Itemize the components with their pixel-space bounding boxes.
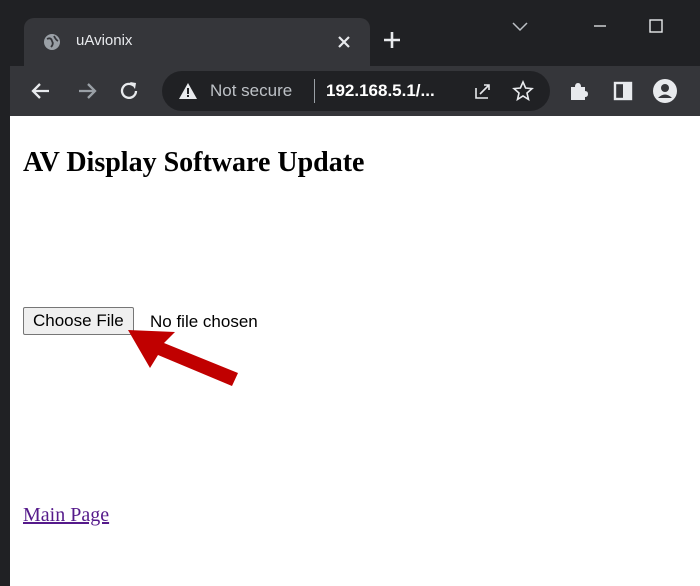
- reload-icon[interactable]: [116, 78, 142, 104]
- minimize-icon[interactable]: [590, 16, 610, 36]
- bookmark-star-icon[interactable]: [512, 80, 534, 102]
- close-tab-icon[interactable]: [334, 32, 354, 52]
- maximize-icon[interactable]: [646, 16, 666, 36]
- side-panel-icon[interactable]: [610, 78, 636, 104]
- main-page-link[interactable]: Main Page: [23, 504, 109, 527]
- browser-toolbar: Not secure 192.168.5.1/...: [10, 66, 700, 116]
- red-arrow-annotation: [128, 330, 238, 386]
- warning-icon: [179, 83, 197, 99]
- window-frame-left: [0, 0, 10, 586]
- choose-file-button[interactable]: Choose File: [23, 307, 134, 335]
- security-label: Not secure: [210, 81, 293, 100]
- back-icon[interactable]: [28, 78, 54, 104]
- url-text: 192.168.5.1/...: [326, 81, 435, 100]
- tab-strip: uAvionix: [10, 8, 700, 66]
- address-separator: [314, 79, 315, 103]
- window-frame-top: [0, 0, 700, 8]
- globe-icon: [44, 34, 60, 50]
- tab-title: uAvionix: [76, 32, 133, 49]
- profile-avatar-icon[interactable]: [652, 78, 678, 104]
- share-icon[interactable]: [472, 80, 494, 102]
- address-bar[interactable]: Not secure 192.168.5.1/...: [162, 71, 550, 111]
- browser-tab[interactable]: uAvionix: [24, 18, 370, 66]
- forward-icon[interactable]: [74, 78, 100, 104]
- page-title: AV Display Software Update: [23, 147, 365, 178]
- chevron-down-icon[interactable]: [510, 16, 530, 36]
- extensions-puzzle-icon[interactable]: [566, 78, 592, 104]
- new-tab-icon[interactable]: [380, 28, 404, 52]
